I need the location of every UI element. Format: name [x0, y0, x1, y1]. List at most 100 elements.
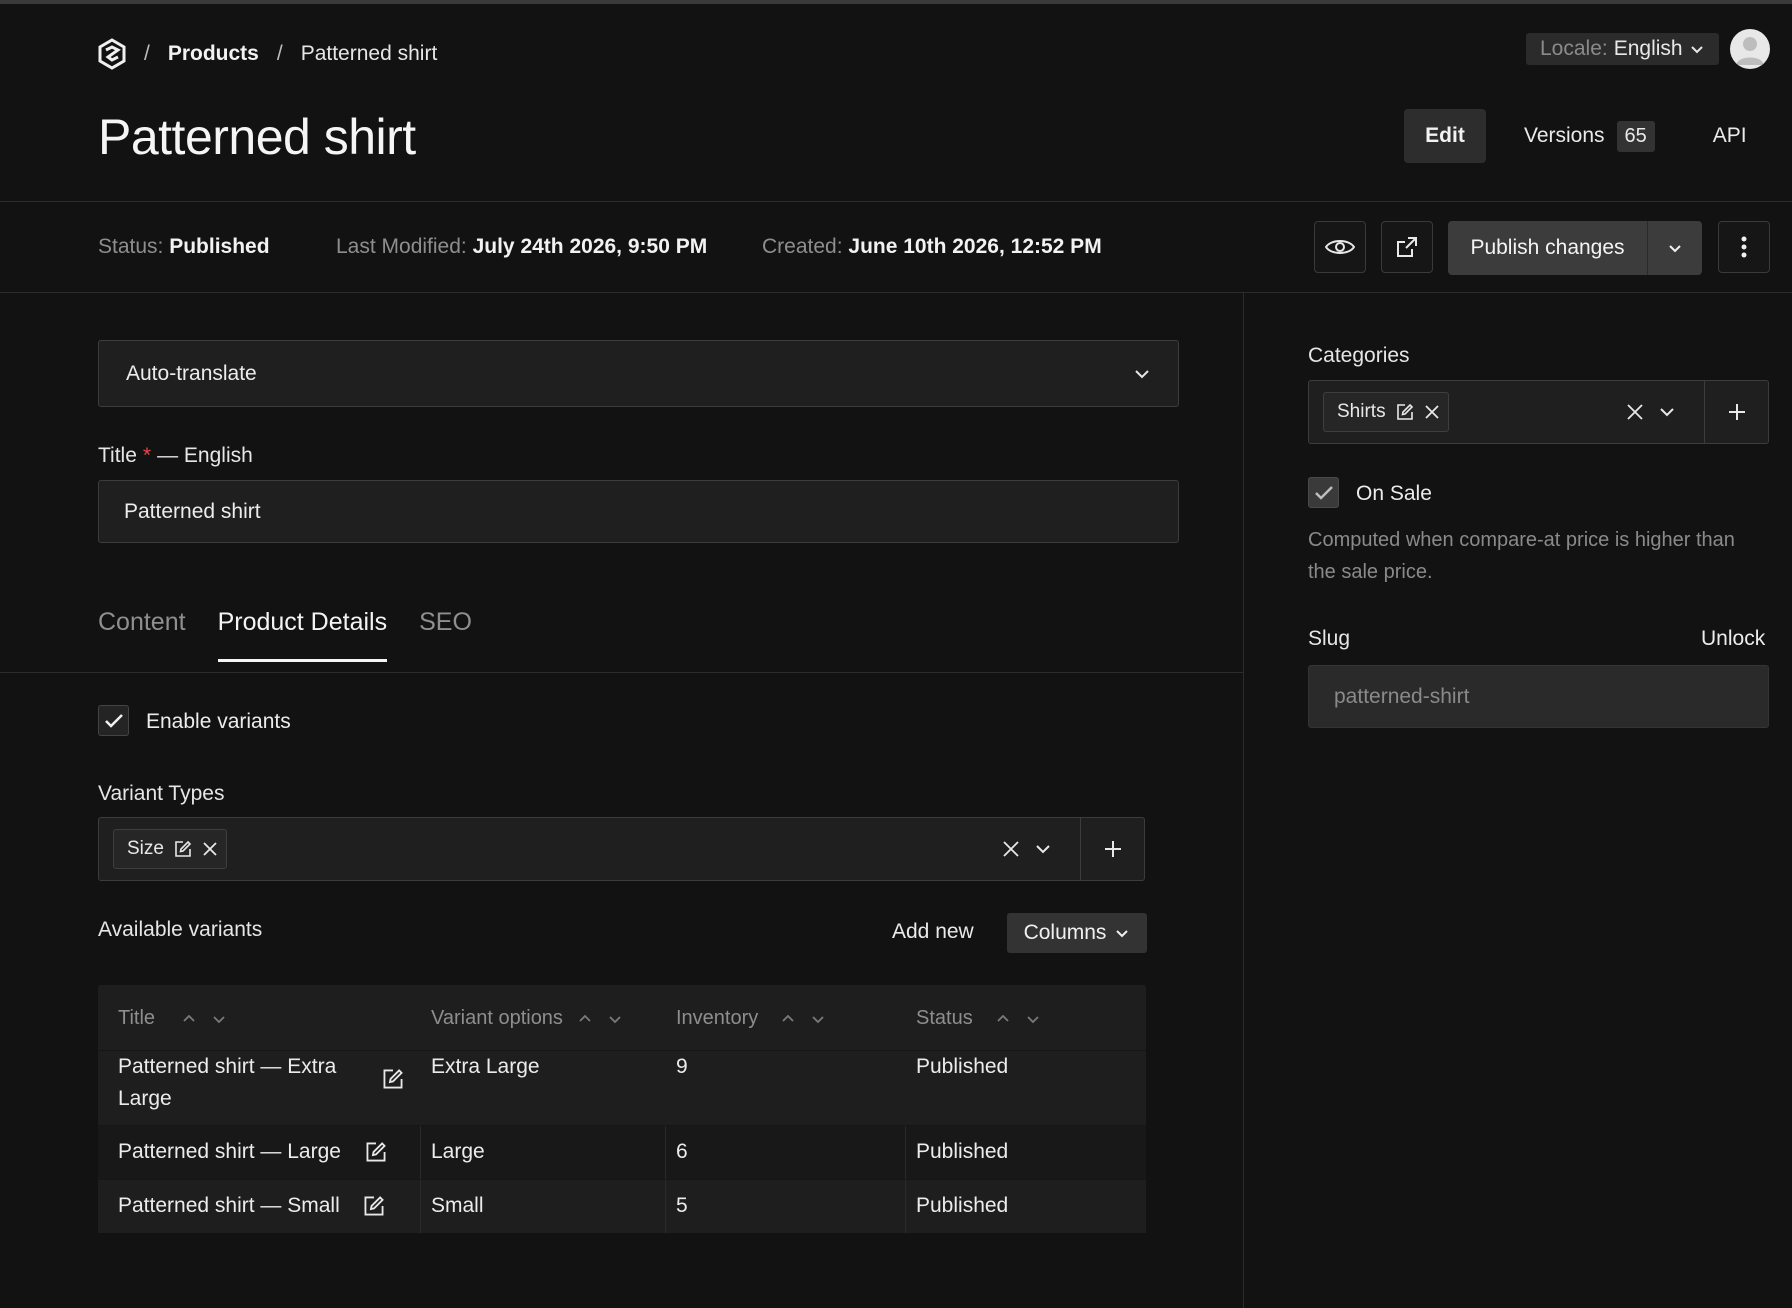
- sort-ascending-icon[interactable]: [995, 1011, 1011, 1027]
- required-marker: *: [142, 444, 152, 467]
- created-meta: Created: June 10th 2026, 12:52 PM: [762, 235, 1102, 259]
- on-sale-help-text: Computed when compare-at price is higher…: [1308, 529, 1735, 583]
- preview-button[interactable]: [1314, 221, 1366, 273]
- auto-translate-select[interactable]: Auto-translate: [98, 340, 1179, 407]
- sort-descending-icon[interactable]: [607, 1011, 623, 1027]
- cell-status: Published: [916, 1055, 1009, 1078]
- on-sale-checkbox[interactable]: [1308, 477, 1339, 508]
- table-header: Title Variant options Inventory Status: [98, 985, 1146, 1050]
- tab-content[interactable]: Content: [98, 608, 186, 662]
- edit-icon[interactable]: [365, 1141, 387, 1163]
- chevron-down-icon: [1133, 365, 1151, 383]
- created-label: Created:: [762, 235, 843, 258]
- chevron-down-icon: [1689, 41, 1705, 57]
- column-header-title: Title: [118, 1007, 227, 1030]
- cell-title[interactable]: Patterned shirt — Small: [118, 1190, 340, 1222]
- add-category-button[interactable]: [1704, 381, 1768, 443]
- column-header-inventory: Inventory: [676, 1007, 826, 1030]
- locale-value: English: [1613, 37, 1683, 60]
- breadcrumb-products-link[interactable]: Products: [168, 42, 259, 66]
- check-icon: [1314, 485, 1334, 501]
- enable-variants-label: Enable variants: [146, 710, 291, 733]
- cell-variant-option: Small: [431, 1194, 484, 1217]
- plus-icon: [1103, 839, 1123, 859]
- tab-product-details[interactable]: Product Details: [217, 608, 388, 662]
- publish-options-button[interactable]: [1648, 221, 1702, 275]
- add-new-variant-button[interactable]: Add new: [892, 920, 974, 944]
- category-chip: Shirts: [1323, 392, 1449, 432]
- cell-variant-option: Extra Large: [431, 1055, 540, 1078]
- status-meta: Status: Published: [98, 235, 270, 259]
- form-tabs: Content Product Details SEO: [98, 608, 472, 662]
- chevron-down-icon[interactable]: [1034, 840, 1052, 858]
- table-row[interactable]: Patterned shirt — Large Large 6 Publishe…: [98, 1125, 1146, 1179]
- categories-label: Categories: [1308, 344, 1410, 367]
- avatar[interactable]: [1730, 29, 1770, 69]
- close-icon[interactable]: [1424, 404, 1440, 420]
- tab-edit[interactable]: Edit: [1404, 109, 1486, 163]
- cell-inventory: 9: [676, 1055, 688, 1078]
- breadcrumb-separator: /: [144, 42, 150, 65]
- enable-variants-checkbox[interactable]: [98, 705, 129, 736]
- chip-label: Size: [127, 838, 164, 859]
- variant-type-chip: Size: [113, 829, 227, 869]
- sort-descending-icon[interactable]: [211, 1011, 227, 1027]
- edit-icon[interactable]: [1396, 403, 1414, 421]
- created-value: June 10th 2026, 12:52 PM: [848, 235, 1102, 258]
- more-options-button[interactable]: [1718, 221, 1770, 273]
- document-view-tabs: Edit Versions 65 API: [1404, 109, 1747, 163]
- chip-label: Shirts: [1337, 401, 1386, 422]
- slug-label: Slug: [1308, 627, 1351, 650]
- status-label: Status:: [98, 235, 164, 258]
- title-input[interactable]: Patterned shirt: [98, 480, 1179, 543]
- auto-translate-label: Auto-translate: [126, 361, 257, 385]
- locale-selector[interactable]: Locale: English: [1526, 33, 1719, 65]
- breadcrumb-current: Patterned shirt: [300, 42, 438, 65]
- slug-input[interactable]: patterned-shirt: [1308, 665, 1769, 728]
- tab-versions[interactable]: Versions 65: [1524, 120, 1655, 152]
- title-language: — English: [157, 444, 253, 467]
- column-separator: [665, 1180, 666, 1233]
- sort-ascending-icon[interactable]: [577, 1011, 593, 1027]
- last-modified-label: Last Modified:: [336, 235, 467, 258]
- columns-button[interactable]: Columns: [1007, 913, 1147, 953]
- sort-descending-icon[interactable]: [810, 1011, 826, 1027]
- variant-types-label: Variant Types: [98, 782, 225, 805]
- add-variant-type-button[interactable]: [1080, 818, 1144, 880]
- sort-ascending-icon[interactable]: [780, 1011, 796, 1027]
- title-field-label: Title * — English: [98, 444, 253, 468]
- tab-seo[interactable]: SEO: [419, 608, 472, 662]
- column-divider: [1243, 293, 1244, 1308]
- column-separator: [420, 1180, 421, 1233]
- plus-icon: [1727, 402, 1747, 422]
- sort-descending-icon[interactable]: [1025, 1011, 1041, 1027]
- column-header-variant-options: Variant options: [431, 1007, 623, 1030]
- close-icon[interactable]: [202, 841, 218, 857]
- status-value: Published: [169, 235, 270, 258]
- column-separator: [665, 1126, 666, 1179]
- table-row[interactable]: Patterned shirt — Small Small 5 Publishe…: [98, 1179, 1146, 1233]
- on-sale-label: On Sale: [1356, 482, 1432, 505]
- breadcrumb: / Products / Patterned shirt: [98, 34, 437, 74]
- variant-types-select[interactable]: Size: [98, 817, 1145, 881]
- edit-icon[interactable]: [382, 1068, 404, 1090]
- cell-status: Published: [916, 1140, 1009, 1163]
- categories-select[interactable]: Shirts: [1308, 380, 1769, 444]
- slug-unlock-button[interactable]: Unlock: [1701, 627, 1765, 651]
- tab-api[interactable]: API: [1713, 124, 1747, 148]
- sort-ascending-icon[interactable]: [181, 1011, 197, 1027]
- column-header-status: Status: [916, 1007, 1041, 1030]
- chevron-down-icon[interactable]: [1658, 403, 1676, 421]
- edit-icon[interactable]: [363, 1195, 385, 1217]
- logo-icon[interactable]: [98, 38, 126, 70]
- cell-inventory: 5: [676, 1194, 688, 1217]
- cell-title[interactable]: Patterned shirt — Large: [118, 1136, 341, 1168]
- cell-title[interactable]: Patterned shirt — Extra Large: [118, 1051, 358, 1115]
- clear-icon[interactable]: [1002, 840, 1020, 858]
- check-icon: [104, 713, 124, 729]
- edit-icon[interactable]: [174, 840, 192, 858]
- open-external-button[interactable]: [1381, 221, 1433, 273]
- publish-changes-button[interactable]: Publish changes: [1448, 221, 1648, 275]
- column-separator: [420, 1126, 421, 1179]
- clear-icon[interactable]: [1626, 403, 1644, 421]
